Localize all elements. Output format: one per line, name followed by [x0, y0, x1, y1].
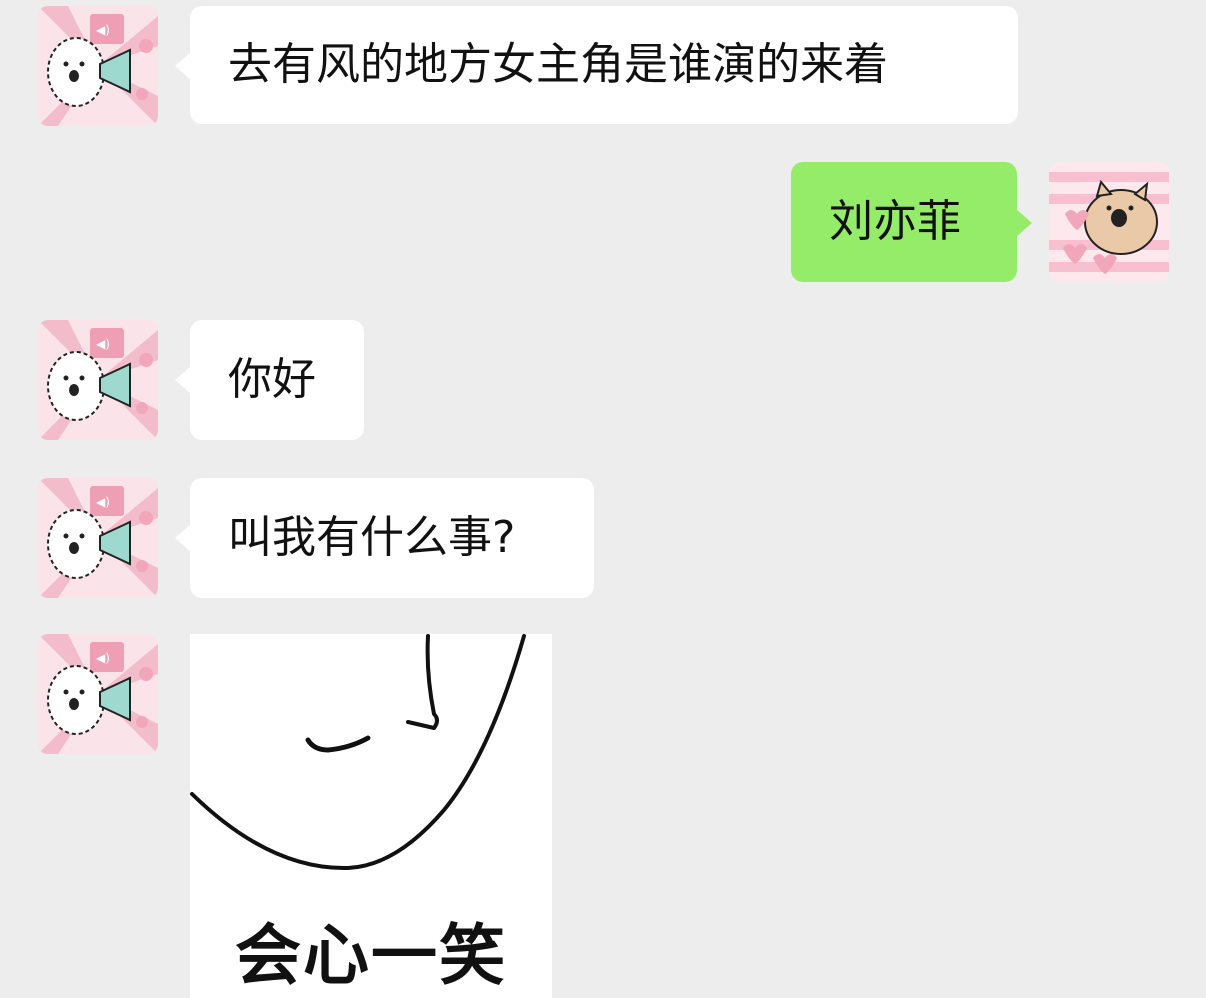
bunny-megaphone-avatar[interactable]: ◀) [38, 6, 158, 126]
message-text: 去有风的地方女主角是谁演的来着 [228, 39, 888, 90]
svg-text:◀): ◀) [96, 23, 110, 37]
sticker-caption: 会心一笑 [235, 917, 507, 994]
chat-window: ◀) 去有风的地方女主角是谁演的来着 刘亦菲 ◀) 你好 ◀) 叫我有什么事? … [0, 0, 1206, 998]
bunny-megaphone-avatar[interactable]: ◀) [38, 478, 158, 598]
svg-text:◀): ◀) [96, 651, 110, 665]
message-bubble-incoming[interactable]: 去有风的地方女主角是谁演的来着 [190, 6, 1018, 124]
bubble-tail [175, 52, 191, 80]
bunny-megaphone-avatar[interactable]: ◀) [38, 320, 158, 440]
message-text: 刘亦菲 [829, 196, 961, 247]
svg-text:◀): ◀) [96, 337, 110, 351]
sticker-image[interactable]: 会心一笑 [190, 634, 552, 998]
message-text: 叫我有什么事? [228, 512, 516, 563]
bubble-tail [175, 524, 191, 552]
bubble-tail [175, 366, 191, 394]
bubble-tail [1016, 209, 1032, 237]
bunny-megaphone-avatar[interactable]: ◀) [38, 634, 158, 754]
svg-text:◀): ◀) [96, 495, 110, 509]
message-bubble-incoming[interactable]: 你好 [190, 320, 364, 440]
message-bubble-incoming[interactable]: 叫我有什么事? [190, 478, 594, 598]
message-bubble-outgoing[interactable]: 刘亦菲 [791, 162, 1017, 282]
cat-hearts-avatar[interactable] [1049, 162, 1169, 282]
message-text: 你好 [228, 354, 316, 405]
